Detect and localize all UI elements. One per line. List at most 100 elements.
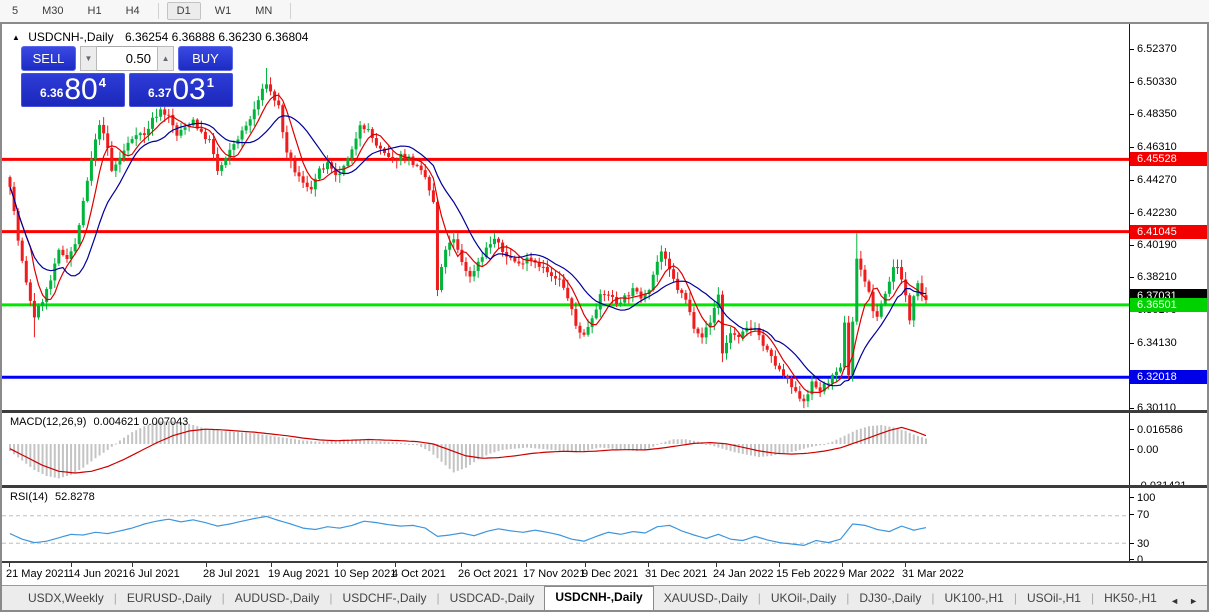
price-axis-label: 6.44270: [1137, 174, 1177, 186]
date-axis-label: 14 Jun 2021: [68, 568, 129, 580]
chart-tab-hk50-h1[interactable]: HK50-,H1: [1094, 587, 1167, 610]
rsi-panel: RSI(14) 52.8278 10070300: [2, 488, 1207, 561]
axis-tick: [1130, 82, 1134, 83]
buy-price-pip: 1: [207, 75, 214, 90]
tab-scroll-arrows: ◄►: [1165, 596, 1203, 606]
timeframe-button-h1[interactable]: H1: [78, 2, 112, 20]
date-tick: [716, 563, 717, 567]
date-axis-label: 17 Nov 2021: [523, 568, 585, 580]
date-tick: [842, 563, 843, 567]
toolbar-separator: [158, 3, 159, 19]
sell-price-main: 80: [64, 76, 97, 104]
chart-tab-audusd-daily[interactable]: AUDUSD-,Daily: [225, 587, 330, 610]
date-axis-label: 26 Oct 2021: [458, 568, 518, 580]
buy-button[interactable]: BUY: [178, 46, 233, 71]
volume-input[interactable]: [97, 46, 157, 71]
date-tick: [395, 563, 396, 567]
chart-tab-eurusd-daily[interactable]: EURUSD-,Daily: [117, 587, 222, 610]
date-axis-label: 24 Jan 2022: [713, 568, 774, 580]
timeframe-button-w1[interactable]: W1: [205, 2, 242, 20]
date-axis-label: 31 Mar 2022: [902, 568, 964, 580]
chart-tab-usdcad-daily[interactable]: USDCAD-,Daily: [440, 587, 545, 610]
rsi-chart[interactable]: [2, 488, 1129, 561]
volume-increase-button[interactable]: ▲: [157, 46, 174, 71]
axis-tick: [1130, 245, 1134, 246]
date-axis-label: 21 May 2021: [6, 568, 70, 580]
timeframe-button-5[interactable]: 5: [2, 2, 28, 20]
chart-title: ▲ USDCNH-,Daily 6.36254 6.36888 6.36230 …: [12, 30, 308, 44]
axis-tick: [1130, 497, 1134, 498]
rsi-axis-label: 30: [1137, 538, 1149, 550]
axis-tick: [1130, 114, 1134, 115]
price-panel: ▲ USDCNH-,Daily 6.36254 6.36888 6.36230 …: [2, 24, 1207, 410]
date-axis-label: 9 Dec 2021: [582, 568, 638, 580]
date-tick: [526, 563, 527, 567]
sell-price-tile[interactable]: 6.36 80 4: [21, 73, 125, 107]
macd-label: MACD(12,26,9) 0.004621 0.007043: [10, 416, 188, 428]
chart-tab-usoil-h1[interactable]: USOil-,H1: [1017, 587, 1091, 610]
chart-tab-xauusd-daily[interactable]: XAUUSD-,Daily: [654, 587, 758, 610]
buy-price-tile[interactable]: 6.37 03 1: [129, 73, 233, 107]
date-tick: [271, 563, 272, 567]
price-axis-label: 6.52370: [1137, 43, 1177, 55]
chart-window: ▲ USDCNH-,Daily 6.36254 6.36888 6.36230 …: [0, 22, 1209, 612]
date-tick: [779, 563, 780, 567]
timeframe-button-d1[interactable]: D1: [167, 2, 201, 20]
chart-tab-usdchf-daily[interactable]: USDCHF-,Daily: [333, 587, 437, 610]
price-marker-6.41045: 6.41045: [1130, 225, 1207, 239]
axis-tick: [1130, 543, 1134, 544]
macd-axis-label: 0.00: [1137, 444, 1158, 456]
date-tick: [905, 563, 906, 567]
date-axis-label: 19 Aug 2021: [268, 568, 330, 580]
date-axis-label: 31 Dec 2021: [645, 568, 707, 580]
collapse-triangle-icon[interactable]: ▲: [12, 33, 20, 42]
axis-tick: [1130, 277, 1134, 278]
date-tick: [206, 563, 207, 567]
price-axis-label: 6.40190: [1137, 239, 1177, 251]
scroll-tabs-right-icon[interactable]: ►: [1184, 596, 1203, 606]
sell-button[interactable]: SELL: [21, 46, 76, 71]
timeframe-button-h4[interactable]: H4: [116, 2, 150, 20]
volume-decrease-button[interactable]: ▼: [80, 46, 97, 71]
date-axis: 21 May 202114 Jun 20216 Jul 202128 Jul 2…: [2, 563, 1207, 585]
date-axis-label: 4 Oct 2021: [392, 568, 446, 580]
price-axis: 6.523706.503306.483506.463106.442706.422…: [1130, 24, 1207, 410]
chart-tab-bar: USDX,Weekly|EURUSD-,Daily|AUDUSD-,Daily|…: [2, 585, 1207, 610]
macd-axis-label: 0.016586: [1137, 424, 1183, 436]
axis-tick: [1130, 514, 1134, 515]
axis-tick: [1130, 49, 1134, 50]
axis-tick: [1130, 147, 1134, 148]
chart-tab-ukoil-daily[interactable]: UKOil-,Daily: [761, 587, 846, 610]
price-axis-label: 6.34130: [1137, 337, 1177, 349]
date-tick: [648, 563, 649, 567]
chart-tab-usdx-weekly[interactable]: USDX,Weekly: [18, 587, 114, 610]
axis-tick: [1130, 449, 1134, 450]
scroll-tabs-left-icon[interactable]: ◄: [1165, 596, 1184, 606]
macd-axis: 0.0165860.00-0.031421: [1130, 413, 1207, 485]
timeframe-button-mn[interactable]: MN: [245, 2, 282, 20]
axis-tick: [1130, 213, 1134, 214]
one-click-trade-panel: SELL ▼ ▲ BUY 6.36 80 4 6.37 03 1: [21, 46, 233, 107]
chart-tab-uk100-h1[interactable]: UK100-,H1: [934, 587, 1013, 610]
axis-tick: [1130, 343, 1134, 344]
timeframe-button-m30[interactable]: M30: [32, 2, 73, 20]
rsi-label: RSI(14) 52.8278: [10, 491, 95, 503]
date-axis-label: 10 Sep 2021: [334, 568, 396, 580]
price-marker-6.45528: 6.45528: [1130, 152, 1207, 166]
date-axis-label: 28 Jul 2021: [203, 568, 260, 580]
sell-price-prefix: 6.36: [40, 86, 63, 100]
ohlc-values: 6.36254 6.36888 6.36230 6.36804: [125, 30, 309, 44]
buy-price-prefix: 6.37: [148, 86, 171, 100]
date-tick: [9, 563, 10, 567]
buy-price-main: 03: [172, 76, 205, 104]
price-axis-label: 6.42230: [1137, 207, 1177, 219]
date-tick: [461, 563, 462, 567]
chart-tab-usdcnh-daily[interactable]: USDCNH-,Daily: [544, 586, 653, 610]
timeframe-toolbar: 5M30 H1H4 D1W1MN: [0, 0, 1209, 23]
date-tick: [337, 563, 338, 567]
chart-tab-dj30-daily[interactable]: DJ30-,Daily: [849, 587, 931, 610]
date-axis-label: 15 Feb 2022: [776, 568, 838, 580]
price-marker-6.32018: 6.32018: [1130, 370, 1207, 384]
price-marker-6.36501: 6.36501: [1130, 298, 1207, 312]
price-axis-label: 6.46310: [1137, 141, 1177, 153]
